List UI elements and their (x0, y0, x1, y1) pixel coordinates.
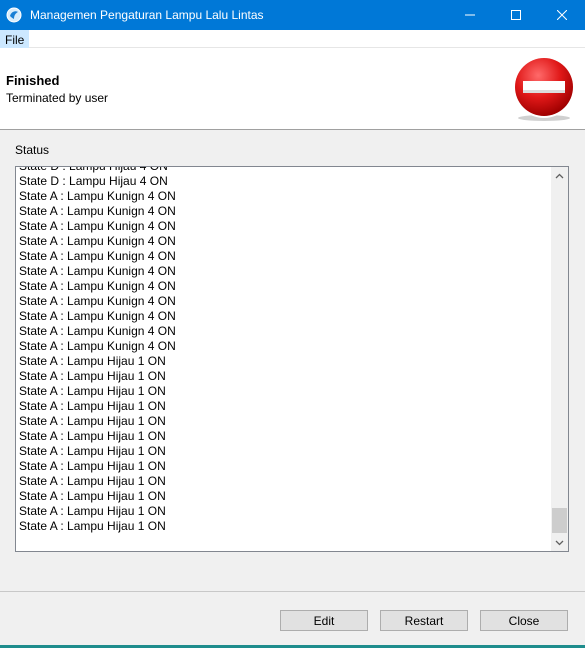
log-line: State A : Lampu Hijau 1 ON (19, 399, 166, 413)
log-line: State A : Lampu Hijau 1 ON (19, 429, 166, 443)
minimize-icon (465, 14, 475, 16)
status-header: Finished Terminated by user (0, 48, 585, 130)
status-log[interactable]: State D : Lampu Hijau 4 ON State D : Lamp… (15, 166, 569, 552)
window-title: Managemen Pengaturan Lampu Lalu Lintas (30, 8, 264, 22)
edit-button[interactable]: Edit (280, 610, 368, 631)
scroll-up-button[interactable] (551, 167, 568, 184)
log-line: State A : Lampu Kunign 4 ON (19, 324, 176, 338)
restart-button[interactable]: Restart (380, 610, 468, 631)
title-bar[interactable]: Managemen Pengaturan Lampu Lalu Lintas (0, 0, 585, 30)
log-line: State A : Lampu Kunign 4 ON (19, 264, 176, 278)
scroll-down-button[interactable] (551, 534, 568, 551)
app-window: Managemen Pengaturan Lampu Lalu Lintas F… (0, 0, 585, 648)
log-line: State A : Lampu Hijau 1 ON (19, 444, 166, 458)
stop-icon (513, 56, 575, 121)
log-line: State A : Lampu Kunign 4 ON (19, 189, 176, 203)
chevron-down-icon (555, 540, 564, 545)
log-line: State A : Lampu Hijau 1 ON (19, 369, 166, 383)
header-title: Finished (6, 73, 60, 88)
log-line: State A : Lampu Hijau 1 ON (19, 354, 166, 368)
close-window-button[interactable] (539, 0, 585, 30)
window-controls (447, 0, 585, 30)
log-line: State A : Lampu Hijau 1 ON (19, 474, 166, 488)
log-line: State A : Lampu Hijau 1 ON (19, 384, 166, 398)
menu-file[interactable]: File (0, 30, 30, 48)
log-line: State A : Lampu Hijau 1 ON (19, 489, 166, 503)
log-line: State A : Lampu Kunign 4 ON (19, 219, 176, 233)
header-subtitle: Terminated by user (6, 91, 109, 105)
log-line: State A : Lampu Kunign 4 ON (19, 234, 176, 248)
log-line: State D : Lampu Hijau 4 ON (19, 166, 168, 173)
close-button[interactable]: Close (480, 610, 568, 631)
log-line: State A : Lampu Hijau 1 ON (19, 459, 166, 473)
maximize-icon (511, 10, 521, 20)
log-line: State A : Lampu Hijau 1 ON (19, 504, 166, 518)
status-label: Status (15, 143, 50, 157)
app-globe-icon (6, 7, 22, 23)
log-line: State A : Lampu Kunign 4 ON (19, 339, 176, 353)
close-icon (557, 10, 567, 20)
chevron-up-icon (555, 173, 564, 178)
scroll-thumb[interactable] (552, 508, 567, 533)
log-scrollbar[interactable] (551, 167, 568, 551)
footer-separator (0, 591, 585, 592)
log-line: State D : Lampu Hijau 4 ON (19, 174, 168, 188)
menu-bar: File (0, 30, 585, 48)
log-line: State A : Lampu Hijau 1 ON (19, 519, 166, 533)
log-line: State A : Lampu Kunign 4 ON (19, 249, 176, 263)
log-line: State A : Lampu Kunign 4 ON (19, 204, 176, 218)
maximize-button[interactable] (493, 0, 539, 30)
log-lines: State D : Lampu Hijau 4 ON State D : Lamp… (19, 166, 550, 534)
log-line: State A : Lampu Hijau 1 ON (19, 414, 166, 428)
minimize-button[interactable] (447, 0, 493, 30)
log-line: State A : Lampu Kunign 4 ON (19, 309, 176, 323)
log-line: State A : Lampu Kunign 4 ON (19, 279, 176, 293)
log-line: State A : Lampu Kunign 4 ON (19, 294, 176, 308)
